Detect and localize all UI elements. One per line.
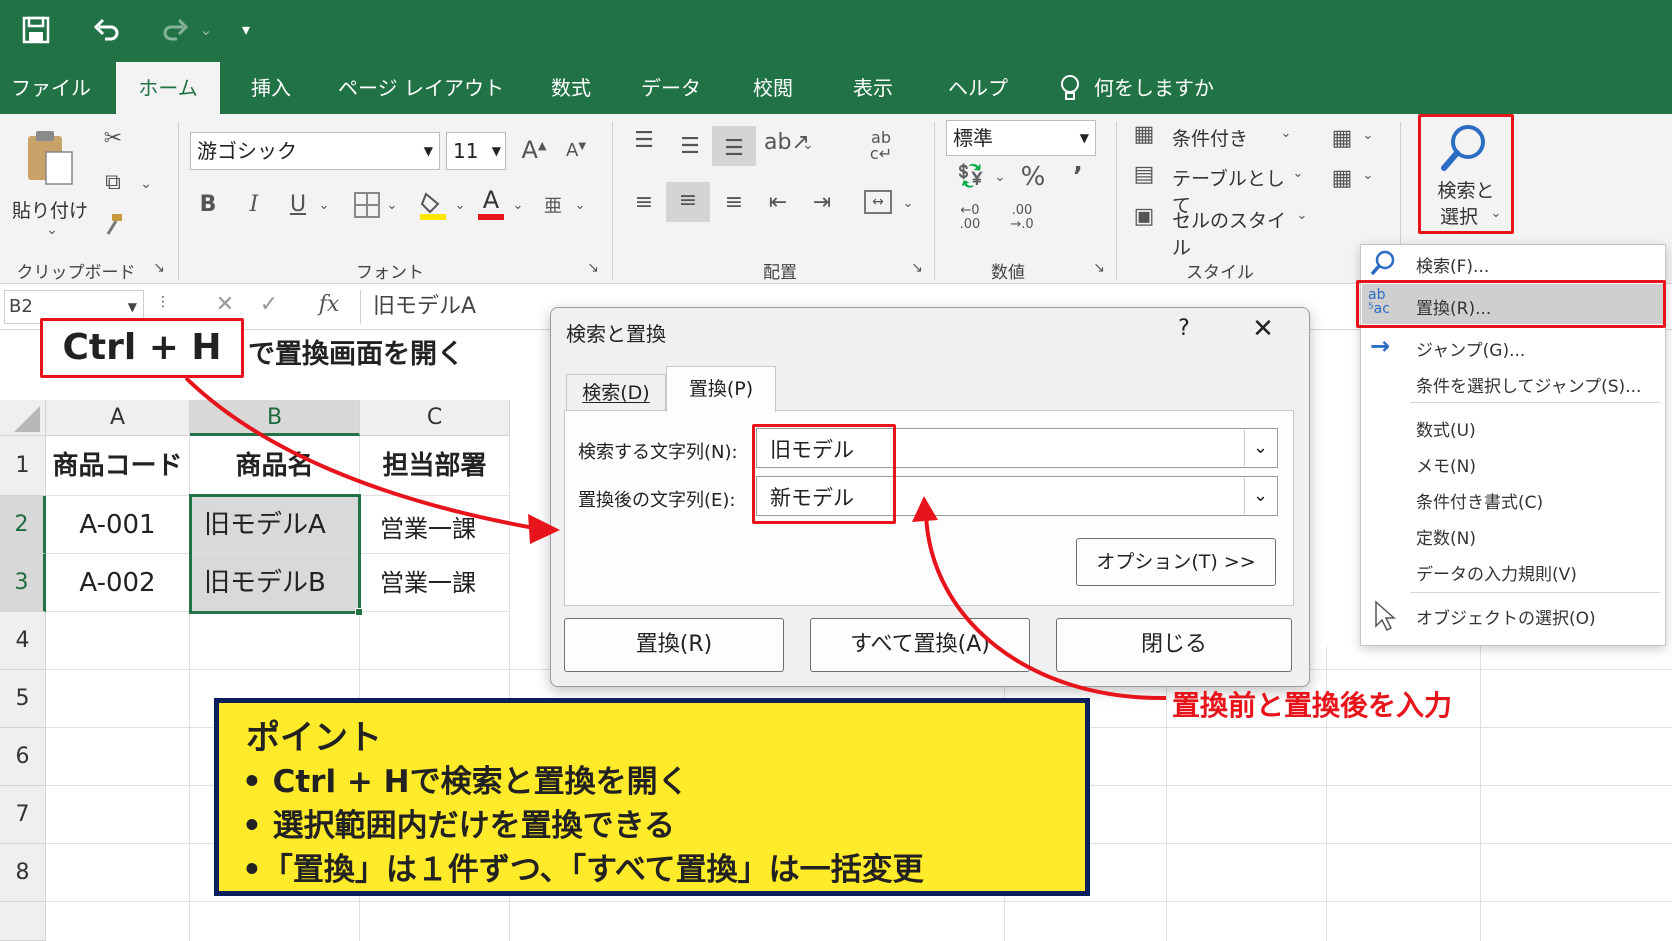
point-item: •「置換」は１件ずつ、「すべて置換」は一括変更 (242, 852, 924, 888)
input-note: 置換前と置換後を入力 (1172, 689, 1453, 722)
point-item: • Ctrl + Hで検索と置換を開く (242, 764, 689, 800)
point-item: • 選択範囲内だけを置換できる (242, 808, 675, 844)
shortcut-arrow (184, 376, 535, 530)
tab-replace[interactable]: 置換(P) (666, 366, 776, 412)
point-title: ポイント (246, 718, 382, 758)
tab-replace-label: 置換(P) (688, 378, 754, 400)
shortcut-arrowhead (528, 514, 560, 544)
input-arrow (924, 513, 1167, 701)
input-arrowhead (912, 496, 938, 522)
